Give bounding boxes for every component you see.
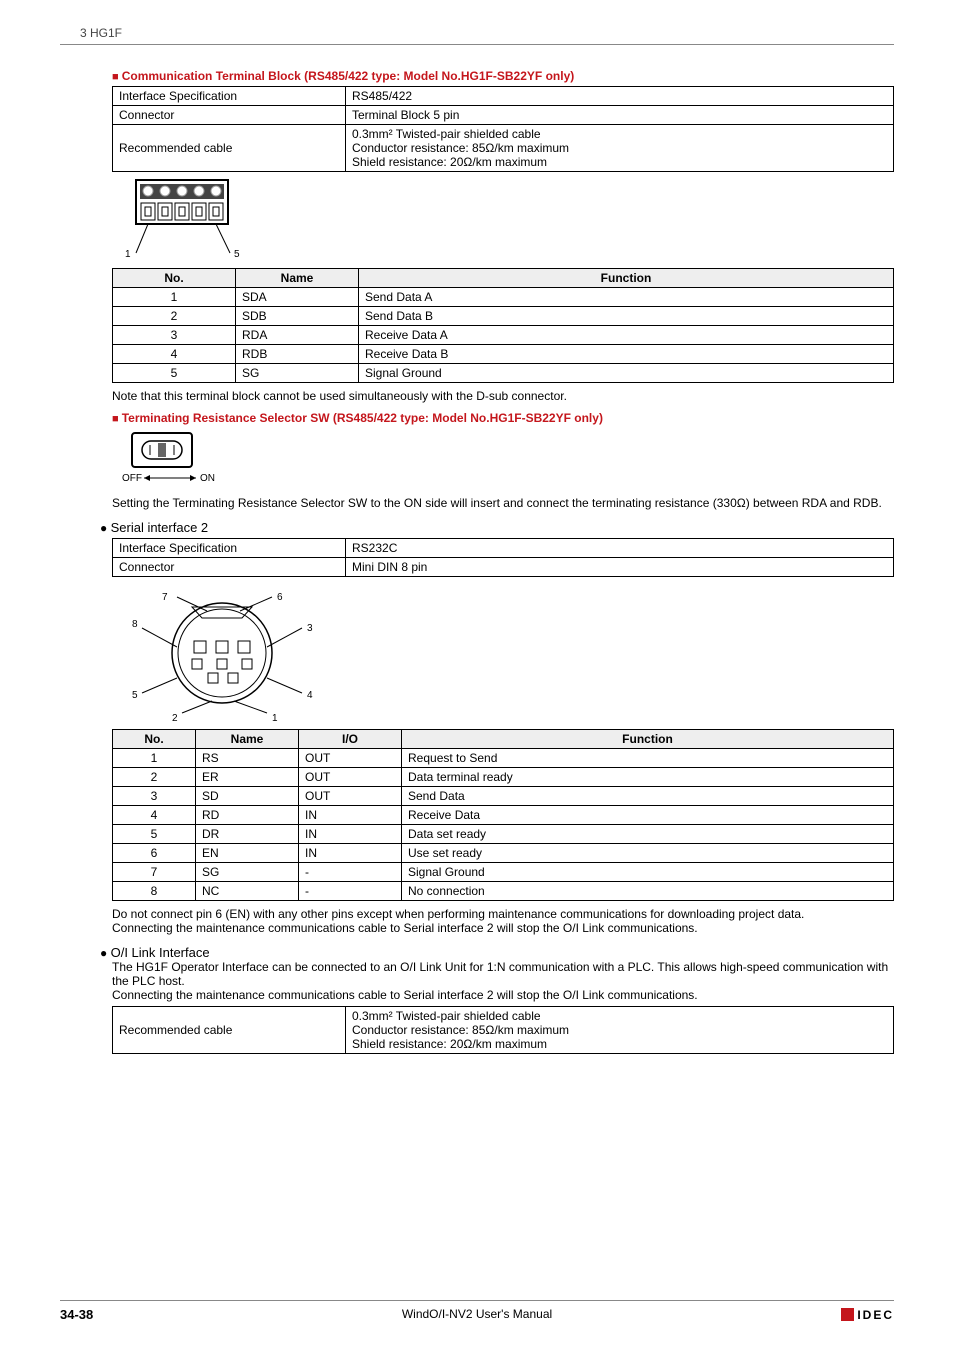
table-row: 4RDBReceive Data B: [113, 345, 894, 364]
svg-text:7: 7: [162, 592, 168, 603]
cell: Recommended cable: [113, 125, 346, 172]
section1-title: Communication Terminal Block (RS485/422 …: [112, 69, 894, 83]
on-label: ON: [200, 473, 215, 484]
svg-text:4: 4: [307, 690, 313, 701]
th-no: No.: [113, 730, 196, 749]
section4-text1: The HG1F Operator Interface can be conne…: [112, 960, 894, 988]
cell: Recommended cable: [113, 1007, 346, 1054]
section2-title: Terminating Resistance Selector SW (RS48…: [112, 411, 894, 425]
cell: Connector: [113, 106, 346, 125]
table-row: 5DRINData set ready: [113, 825, 894, 844]
section4-title: O/I Link Interface: [100, 945, 894, 960]
table-row: 7SG-Signal Ground: [113, 863, 894, 882]
manual-title: WindO/I-NV2 User's Manual: [402, 1307, 552, 1321]
pin-5-label: 5: [234, 249, 240, 260]
table-row: 2EROUTData terminal ready: [113, 768, 894, 787]
table-row: 1RSOUTRequest to Send: [113, 749, 894, 768]
th-no: No.: [113, 269, 236, 288]
section2-text: Setting the Terminating Resistance Selec…: [112, 496, 894, 510]
table-row: 6ENINUse set ready: [113, 844, 894, 863]
section3-note2: Connecting the maintenance communication…: [112, 921, 894, 935]
svg-text:3: 3: [307, 623, 313, 634]
th-func: Function: [402, 730, 894, 749]
header-rule: [60, 44, 894, 45]
table-row: 3SDOUTSend Data: [113, 787, 894, 806]
th-func: Function: [359, 269, 894, 288]
th-name: Name: [236, 269, 359, 288]
section3-spec-table: Interface SpecificationRS232C ConnectorM…: [112, 538, 894, 577]
svg-text:6: 6: [277, 592, 283, 603]
svg-text:8: 8: [132, 619, 138, 630]
table-row: 2SDBSend Data B: [113, 307, 894, 326]
table-row: 5SGSignal Ground: [113, 364, 894, 383]
section4-spec-table: Recommended cable0.3mm² Twisted-pair shi…: [112, 1006, 894, 1054]
section4-text2: Connecting the maintenance communication…: [112, 988, 894, 1002]
svg-text:1: 1: [272, 713, 278, 723]
cell: Terminal Block 5 pin: [346, 106, 894, 125]
chapter-header: 3 HG1F: [60, 26, 894, 40]
cell: Interface Specification: [113, 539, 346, 558]
cell: RS485/422: [346, 87, 894, 106]
page-number: 34-38: [60, 1307, 93, 1322]
cell: RS232C: [346, 539, 894, 558]
page-footer: 34-38 WindO/I-NV2 User's Manual IDEC: [60, 1300, 894, 1322]
section1-spec-table: Interface SpecificationRS485/422 Connect…: [112, 86, 894, 172]
cell: Interface Specification: [113, 87, 346, 106]
cell: 0.3mm² Twisted-pair shielded cable Condu…: [346, 125, 894, 172]
pin-1-label: 1: [125, 249, 131, 260]
svg-text:2: 2: [172, 713, 178, 723]
idec-logo: IDEC: [841, 1307, 894, 1322]
section3-note1: Do not connect pin 6 (EN) with any other…: [112, 907, 894, 921]
terminal-block-diagram: 1 5: [122, 178, 894, 265]
cell: Connector: [113, 558, 346, 577]
section1-note: Note that this terminal block cannot be …: [112, 389, 894, 403]
section3-pin-table: No.NameI/OFunction 1RSOUTRequest to Send…: [112, 729, 894, 901]
table-row: 8NC-No connection: [113, 882, 894, 901]
table-row: 3RDAReceive Data A: [113, 326, 894, 345]
selector-switch-diagram: OFF ON: [122, 431, 894, 490]
cell: Mini DIN 8 pin: [346, 558, 894, 577]
table-row: 1SDASend Data A: [113, 288, 894, 307]
th-io: I/O: [299, 730, 402, 749]
svg-text:5: 5: [132, 690, 138, 701]
mini-din-diagram: 7 6 8 3 5 4 2 1: [122, 583, 894, 726]
off-label: OFF: [122, 473, 142, 484]
cell: 0.3mm² Twisted-pair shielded cable Condu…: [346, 1007, 894, 1054]
table-row: 4RDINReceive Data: [113, 806, 894, 825]
th-name: Name: [196, 730, 299, 749]
section3-title: Serial interface 2: [100, 520, 894, 535]
section1-pin-table: No.NameFunction 1SDASend Data A 2SDBSend…: [112, 268, 894, 383]
